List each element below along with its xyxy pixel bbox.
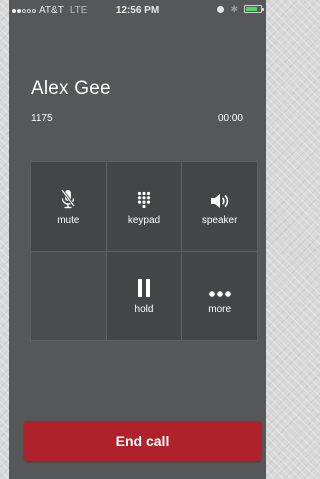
speaker-icon xyxy=(210,187,230,209)
speaker-button[interactable]: speaker xyxy=(182,162,257,251)
keypad-icon xyxy=(137,187,151,209)
more-label: more xyxy=(208,304,232,316)
status-bar: AT&T LTE 12:56 PM ✱ xyxy=(9,0,266,22)
keypad-label: keypad xyxy=(127,214,161,226)
alarm-icon xyxy=(217,5,225,13)
caller-name: Alex Gee xyxy=(31,78,111,99)
battery-fill xyxy=(246,7,257,11)
mute-label: mute xyxy=(57,214,80,226)
status-right: ✱ xyxy=(217,4,264,14)
call-timer: 00:00 xyxy=(217,113,243,124)
keypad-button[interactable]: keypad xyxy=(106,162,182,251)
battery-tip xyxy=(262,8,264,11)
empty-cell xyxy=(31,251,106,340)
bluetooth-icon: ✱ xyxy=(230,4,238,14)
more-dots-icon xyxy=(208,276,231,298)
hold-label: hold xyxy=(134,304,154,316)
more-button[interactable]: more xyxy=(182,251,257,340)
end-call-button[interactable]: End call xyxy=(24,421,261,461)
mute-button[interactable]: mute xyxy=(31,162,106,251)
phone-screen: AT&T LTE 12:56 PM ✱ Alex Gee 1175 00:00 xyxy=(9,0,266,479)
battery-icon xyxy=(244,5,264,13)
mic-off-icon xyxy=(61,187,76,209)
call-controls-grid: mute keypad speaker hold more xyxy=(30,161,258,341)
hold-button[interactable]: hold xyxy=(106,251,182,340)
pause-icon xyxy=(137,276,151,298)
caller-extension: 1175 xyxy=(31,113,53,124)
speaker-label: speaker xyxy=(201,214,238,226)
